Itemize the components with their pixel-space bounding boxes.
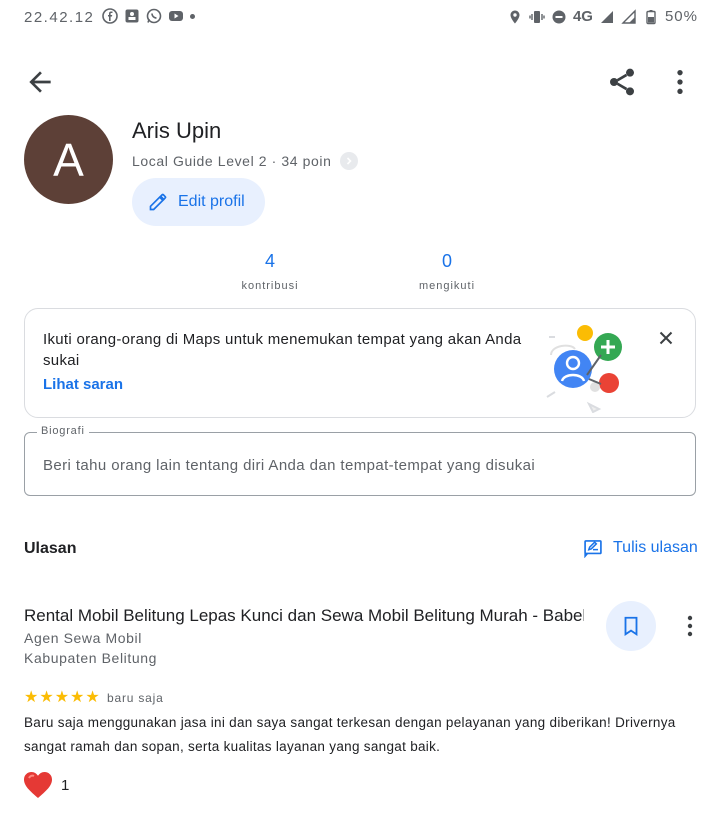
more-notifications-dot xyxy=(190,13,195,19)
stat-value: 4 xyxy=(264,251,275,271)
stat-label: mengikuti xyxy=(418,280,476,292)
save-place-button[interactable] xyxy=(606,601,656,651)
facebook-icon xyxy=(102,8,118,24)
reviews-title: Ulasan xyxy=(24,540,77,557)
review-place-name[interactable]: Rental Mobil Belitung Lepas Kunci dan Se… xyxy=(24,606,584,626)
follow-suggestion-card: Ikuti orang-orang di Maps untuk menemuka… xyxy=(24,308,696,418)
share-icon[interactable] xyxy=(606,66,638,98)
see-suggestions-link[interactable]: Lihat saran xyxy=(43,376,123,393)
system-icons: 4G 50% xyxy=(507,8,698,25)
stat-value: 0 xyxy=(441,251,452,271)
local-guide-level[interactable]: Local Guide Level 2 · 34 poin xyxy=(132,152,358,170)
write-review-label: Tulis ulasan xyxy=(613,539,698,556)
review-rating: ★ ★ ★ ★ ★ xyxy=(24,690,100,706)
dnd-icon xyxy=(552,10,566,23)
chevron-right-icon[interactable] xyxy=(339,152,358,170)
heart-icon[interactable] xyxy=(22,770,54,800)
rate-review-icon xyxy=(584,540,602,558)
bio-placeholder: Beri tahu orang lain tentang diri Anda d… xyxy=(43,457,536,474)
more-vert-icon[interactable] xyxy=(664,66,696,98)
battery-icon xyxy=(646,9,656,24)
notification-icons xyxy=(102,8,195,24)
youtube-icon xyxy=(169,11,183,21)
status-bar: 22.42.12 4G 50% xyxy=(0,0,720,36)
avatar[interactable]: A xyxy=(24,115,113,204)
vibrate-icon xyxy=(529,10,545,23)
location-icon xyxy=(510,10,520,23)
whatsapp-icon xyxy=(146,8,162,24)
write-review-button[interactable]: Tulis ulasan xyxy=(583,538,698,558)
edit-profile-button[interactable]: Edit profil xyxy=(132,178,265,226)
bookmark-icon xyxy=(624,616,638,636)
stat-label: kontribusi xyxy=(241,280,299,292)
bio-label: Biografi xyxy=(37,425,89,437)
stat-following[interactable]: 0 mengikuti xyxy=(387,251,507,292)
network-type: 4G xyxy=(572,8,593,25)
local-guide-level-text: Local Guide Level 2 · 34 poin xyxy=(132,153,332,169)
edit-profile-label: Edit profil xyxy=(178,193,245,210)
close-icon[interactable] xyxy=(655,327,677,349)
review-text: Baru saja menggunakan jasa ini dan saya … xyxy=(24,715,676,754)
review-place-location: Kabupaten Belitung xyxy=(24,650,158,666)
review-place-category: Agen Sewa Mobil xyxy=(24,630,142,646)
stat-contributions[interactable]: 4 kontribusi xyxy=(210,251,330,292)
back-arrow-icon[interactable] xyxy=(24,66,56,98)
photo-icon xyxy=(125,9,139,23)
pencil-icon xyxy=(149,193,167,211)
status-time: 22.42.12 xyxy=(24,9,95,26)
review-time: baru saja xyxy=(107,691,164,705)
signal-icon xyxy=(600,10,613,23)
star-icon: ★ xyxy=(54,689,70,706)
battery-percent: 50% xyxy=(664,8,698,25)
suggestion-message: Ikuti orang-orang di Maps untuk menemuka… xyxy=(43,331,522,369)
star-icon: ★ xyxy=(70,689,85,706)
star-icon: ★ xyxy=(24,689,39,706)
profile-name: Aris Upin xyxy=(132,118,222,143)
star-icon: ★ xyxy=(85,689,100,706)
review-more-icon[interactable] xyxy=(678,612,702,640)
star-icon: ★ xyxy=(39,689,54,706)
like-count: 1 xyxy=(61,777,70,794)
bio-field[interactable]: Biografi Beri tahu orang lain tentang di… xyxy=(24,425,696,496)
people-illustration-icon xyxy=(546,325,622,413)
signal-secondary-icon xyxy=(621,8,636,24)
